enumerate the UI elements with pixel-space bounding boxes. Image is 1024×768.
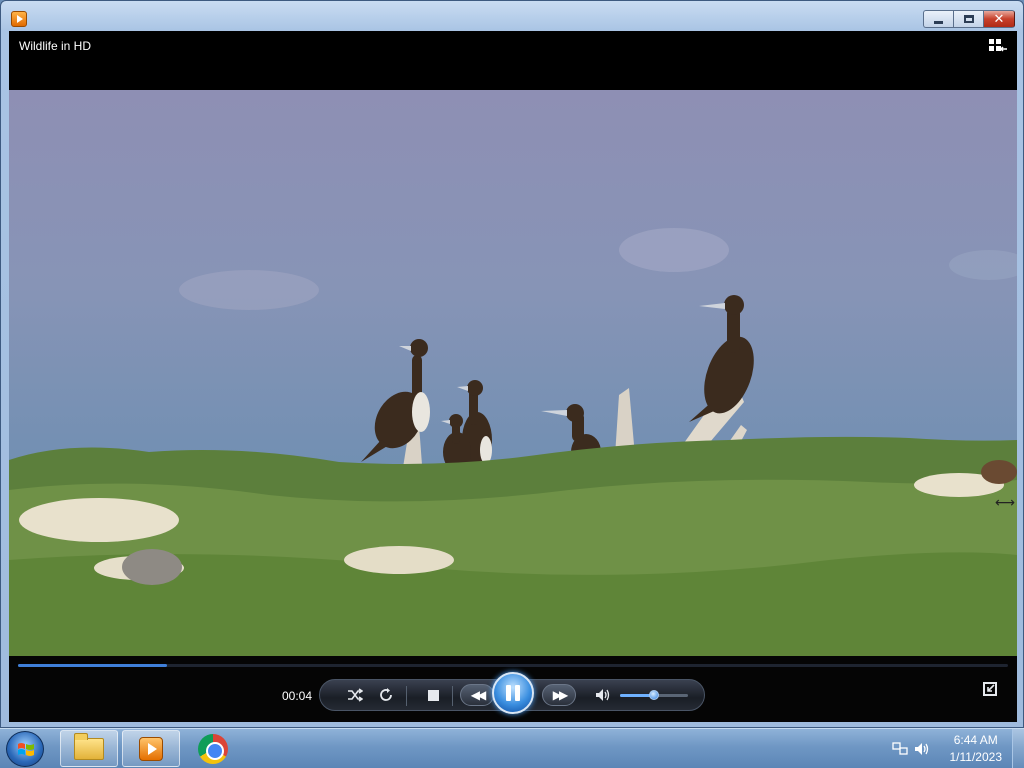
fullscreen-icon[interactable] bbox=[983, 682, 997, 696]
maximize-button[interactable] bbox=[953, 10, 983, 28]
media-player-icon[interactable] bbox=[11, 11, 27, 27]
network-icon[interactable] bbox=[892, 742, 908, 756]
windows-logo-icon bbox=[18, 743, 34, 756]
repeat-icon bbox=[380, 688, 392, 701]
video-scene bbox=[9, 228, 1017, 656]
seek-bar[interactable] bbox=[18, 664, 1008, 667]
taskbar-file-explorer[interactable] bbox=[60, 730, 118, 767]
bird-1 bbox=[361, 339, 430, 462]
video-title: Wildlife in HD bbox=[19, 39, 92, 53]
elapsed-time: 00:04 bbox=[282, 689, 313, 703]
clock[interactable]: 6:44 AM 1/11/2023 bbox=[950, 732, 1003, 766]
stop-icon bbox=[427, 689, 439, 701]
taskbar-chrome[interactable] bbox=[184, 730, 242, 767]
maximize-icon bbox=[963, 15, 974, 23]
video-frame[interactable]: ⟷ bbox=[9, 90, 1017, 656]
taskbar: 6:44 AM 1/11/2023 bbox=[0, 728, 1024, 768]
shuffle-icon bbox=[348, 688, 363, 702]
shuffle-button[interactable] bbox=[342, 680, 368, 710]
playback-controls: 00:04 ◀◀ ▶▶ bbox=[9, 656, 1017, 722]
stop-button[interactable] bbox=[420, 680, 446, 710]
clock-date: 1/11/2023 bbox=[949, 750, 1003, 764]
volume-icon[interactable] bbox=[914, 742, 930, 756]
speaker-icon bbox=[596, 689, 610, 701]
clock-time: 6:44 AM bbox=[953, 733, 998, 747]
chrome-icon bbox=[198, 733, 228, 764]
mute-button[interactable] bbox=[590, 680, 616, 710]
pause-icon bbox=[506, 685, 520, 701]
show-desktop-button[interactable] bbox=[1012, 729, 1024, 768]
fast-forward-icon: ▶▶ bbox=[552, 688, 569, 702]
start-button[interactable] bbox=[6, 731, 44, 767]
play-pause-button[interactable] bbox=[492, 672, 534, 714]
window-buttons: ✕ bbox=[923, 10, 1015, 28]
taskbar-media-player[interactable] bbox=[122, 730, 180, 767]
file-explorer-icon bbox=[74, 732, 104, 760]
minimize-icon bbox=[934, 20, 943, 24]
switch-to-library-icon[interactable] bbox=[989, 39, 1007, 55]
media-player-window: ✕ Wildlife in HD ⟷ 00:04 ◀◀ ▶▶ bbox=[0, 0, 1024, 728]
close-button[interactable]: ✕ bbox=[983, 10, 1015, 28]
player-area: Wildlife in HD ⟷ 00:04 ◀◀ ▶▶ bbox=[9, 31, 1017, 722]
resize-cursor-icon: ⟷ bbox=[994, 495, 1015, 511]
volume-slider[interactable] bbox=[620, 690, 688, 700]
next-button[interactable]: ▶▶ bbox=[542, 684, 576, 706]
bird-5 bbox=[689, 295, 754, 422]
divider bbox=[452, 686, 453, 706]
media-player-icon bbox=[139, 736, 163, 761]
volume-knob[interactable] bbox=[649, 690, 659, 700]
rewind-icon: ◀◀ bbox=[470, 688, 487, 702]
minimize-button[interactable] bbox=[923, 10, 953, 28]
close-icon: ✕ bbox=[993, 11, 1005, 27]
repeat-button[interactable] bbox=[373, 680, 399, 710]
system-tray: 6:44 AM 1/11/2023 bbox=[884, 729, 1024, 768]
seek-progress bbox=[18, 664, 167, 667]
player-header: Wildlife in HD bbox=[9, 31, 1017, 90]
divider bbox=[406, 686, 407, 706]
previous-button[interactable]: ◀◀ bbox=[460, 684, 494, 706]
title-bar[interactable]: ✕ bbox=[1, 1, 1023, 31]
transport-pill: ◀◀ ▶▶ bbox=[319, 672, 705, 714]
